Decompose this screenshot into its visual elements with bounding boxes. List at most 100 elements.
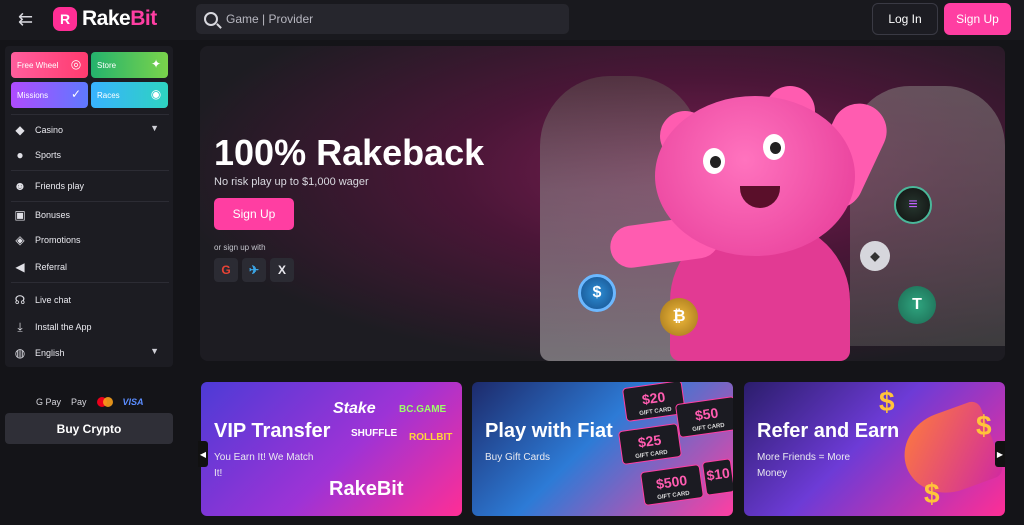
divider	[11, 282, 169, 283]
tile-label: Races	[97, 91, 120, 100]
signup-button[interactable]: Sign Up	[944, 3, 1011, 35]
gift-card: $25 GIFT CARD	[617, 422, 683, 466]
bcgame-logo: BC.GAME	[399, 404, 447, 415]
promo-subtitle: More Friends = More Money	[757, 452, 851, 479]
tile-label: Store	[97, 61, 117, 70]
carousel-next-button[interactable]: ▶	[995, 441, 1005, 467]
shuffle-logo: SHUFFLE	[351, 428, 398, 439]
telegram-icon[interactable]: ✈	[242, 258, 266, 282]
search-icon	[204, 12, 218, 26]
sidebar-item-label: Live chat	[35, 295, 72, 305]
or-signup-label: or sign up with	[214, 243, 266, 252]
tether-icon: T	[898, 286, 936, 324]
chevron-down-icon: ▼	[150, 123, 159, 133]
tag-icon: ◈	[15, 233, 25, 247]
carousel-prev-button[interactable]: ◀	[198, 441, 208, 467]
tile-store[interactable]: Store ✦	[91, 52, 168, 78]
sidebar-item-friends-play[interactable]: ☻ Friends play	[13, 175, 165, 197]
hero-subtitle: No risk play up to $1,000 wager	[214, 176, 369, 188]
promo-title: Refer and Earn	[757, 420, 900, 442]
sidebar-item-referral[interactable]: ◀ Referral	[13, 256, 165, 278]
download-icon: ⤓	[17, 320, 23, 334]
mastercard-icon	[96, 397, 113, 407]
bear-eye	[703, 148, 725, 174]
rollbit-logo: ROLLBIT	[409, 432, 453, 443]
login-button[interactable]: Log In	[872, 3, 938, 35]
bear-mascot	[655, 96, 855, 256]
sidebar-item-label: Casino	[35, 125, 64, 135]
megaphone-icon: ◀	[15, 260, 25, 274]
sidebar-item-label: Sports	[35, 150, 62, 160]
sidebar-item-live-chat[interactable]: ☊ Live chat	[13, 289, 165, 311]
logo-mark: R	[53, 7, 77, 31]
rakebit-logo: RakeBit	[329, 478, 404, 500]
checklist-icon: ✓	[70, 87, 82, 101]
sidebar-item-promotions[interactable]: ◈ Promotions	[13, 229, 165, 251]
wheel-icon: ◎	[70, 57, 82, 71]
tile-races[interactable]: Races ◉	[91, 82, 168, 108]
sidebar-tiles: Free Wheel ◎ Store ✦ Missions ✓ Races ◉	[11, 52, 169, 108]
ethereum-icon: ◆	[860, 241, 890, 271]
gift-card: $10	[701, 458, 733, 496]
promo-subtitle: You Earn It! We Match It!	[214, 452, 314, 479]
promo-card-refer-and-earn[interactable]: $ $ $ Refer and Earn More Friends = More…	[744, 382, 1005, 516]
sidebar-item-label: Promotions	[35, 235, 81, 245]
x-icon[interactable]: X	[270, 258, 294, 282]
chevron-down-icon: ▼	[150, 346, 159, 356]
sidebar: Free Wheel ◎ Store ✦ Missions ✓ Races ◉ ◆ Cas…	[5, 46, 173, 367]
buy-crypto-button[interactable]: Buy Crypto	[5, 413, 173, 444]
sidebar-item-label: Friends play	[35, 181, 85, 191]
tile-free-wheel[interactable]: Free Wheel ◎	[11, 52, 88, 78]
dollar-icon: $	[976, 410, 992, 441]
dollar-icon: $	[924, 478, 940, 509]
sidebar-item-sports[interactable]: ● Sports	[13, 144, 165, 166]
sidebar-item-casino[interactable]: ◆ Casino ▼	[13, 119, 165, 141]
divider	[11, 114, 169, 115]
arrow-left-icon[interactable]: ⇇	[18, 10, 40, 28]
logo[interactable]: R RakeBit	[53, 6, 157, 32]
tile-label: Free Wheel	[17, 61, 59, 70]
bear-eye	[763, 134, 785, 160]
cube-icon: ◆	[15, 123, 25, 137]
globe-icon: ◍	[14, 346, 26, 360]
tile-label: Missions	[17, 91, 49, 100]
gift-card: $500 GIFT CARD	[639, 463, 705, 507]
divider	[11, 201, 169, 202]
promo-title: VIP Transfer	[214, 420, 331, 442]
dollar-icon: $	[879, 386, 895, 417]
sidebar-item-install-app[interactable]: ⤓ Install the App	[13, 316, 165, 338]
sidebar-item-label: English	[35, 348, 65, 358]
solana-icon: ≡	[894, 186, 932, 224]
stake-logo: Stake	[333, 400, 376, 417]
tile-missions[interactable]: Missions ✓	[11, 82, 88, 108]
sidebar-item-label: Bonuses	[35, 210, 71, 220]
sidebar-item-bonuses[interactable]: ▣ Bonuses	[13, 204, 165, 226]
search-input[interactable]	[226, 12, 546, 26]
search-bar[interactable]	[196, 4, 569, 34]
logo-text: RakeBit	[82, 7, 157, 30]
hero-signup-button[interactable]: Sign Up	[214, 198, 294, 230]
sidebar-item-language[interactable]: ◍ English ▼	[13, 342, 165, 364]
coin-icon: $	[578, 274, 616, 312]
target-icon: ◉	[150, 87, 162, 101]
divider	[11, 170, 169, 171]
gift-icon: ▣	[14, 208, 26, 222]
payment-methods: G Pay Pay VISA	[36, 395, 156, 409]
hero-banner: $ ₿ ≡ ◆ T 100% Rakeback No risk play up …	[200, 46, 1005, 361]
promo-card-vip-transfer[interactable]: Stake BC.GAME SHUFFLE ROLLBIT VIP Transf…	[201, 382, 462, 516]
visa-icon: VISA	[122, 397, 144, 407]
bitcoin-icon: ₿	[660, 298, 698, 336]
sidebar-item-label: Referral	[35, 262, 68, 272]
hero-title: 100% Rakeback	[214, 132, 485, 173]
gift-icon: ✦	[150, 57, 162, 71]
promo-subtitle: Buy Gift Cards	[485, 452, 551, 463]
users-icon: ☻	[13, 179, 27, 193]
apple-pay-icon: Pay	[71, 397, 87, 407]
basketball-icon: ●	[16, 148, 24, 162]
google-pay-icon: G Pay	[36, 397, 62, 407]
sidebar-item-label: Install the App	[35, 322, 92, 332]
promo-card-play-with-fiat[interactable]: $20 GIFT CARD $50 GIFT CARD $25 GIFT CARD $…	[472, 382, 733, 516]
gift-card: $50 GIFT CARD	[674, 395, 733, 439]
google-icon[interactable]: G	[214, 258, 238, 282]
promo-title: Play with Fiat	[485, 420, 613, 442]
